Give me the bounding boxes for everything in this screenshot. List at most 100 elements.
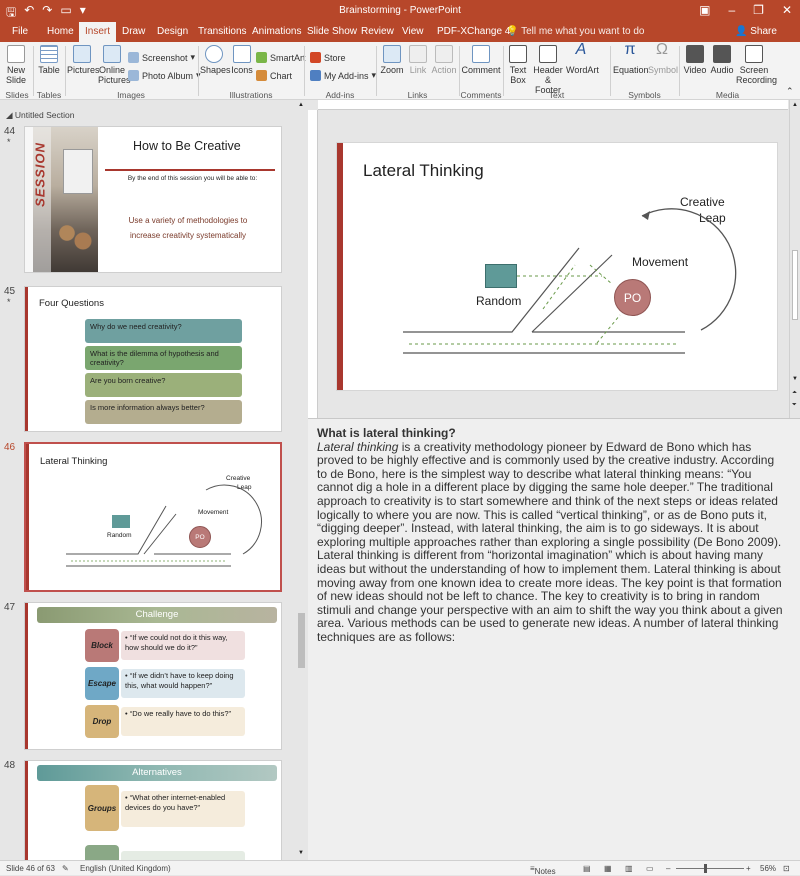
fit-to-window-icon[interactable]: ⊡	[783, 864, 790, 873]
restore-icon[interactable]: ❐	[753, 3, 764, 17]
table-button[interactable]: Table	[36, 45, 62, 75]
comment-button[interactable]: Comment	[461, 45, 501, 75]
store-button[interactable]: Store	[310, 52, 346, 63]
slide-sorter-icon[interactable]: ▦	[604, 864, 612, 873]
zoom-button[interactable]: Zoom	[379, 45, 405, 75]
slide-number: 48	[4, 760, 16, 771]
section-header[interactable]: ◢ Untitled Section	[6, 110, 74, 121]
notes-heading: What is lateral thinking?	[317, 426, 456, 440]
new-slide-button[interactable]: New Slide	[3, 45, 29, 85]
tab-slide-show[interactable]: Slide Show	[307, 26, 357, 37]
chart-label: Chart	[270, 70, 293, 81]
symbol-button[interactable]: Ω Symbol	[648, 42, 678, 76]
photo-album-button[interactable]: Photo Album ▾	[128, 70, 201, 81]
smartart-button[interactable]: SmartArt	[256, 52, 306, 63]
minimize-icon[interactable]: –	[728, 3, 735, 17]
photo-album-icon	[128, 70, 139, 81]
shapes-icon	[205, 45, 223, 63]
tab-home[interactable]: Home	[47, 26, 74, 37]
tab-view[interactable]: View	[402, 26, 424, 37]
zoom-out-icon[interactable]: –	[666, 864, 670, 873]
slide-banner: Alternatives	[37, 765, 277, 781]
link-button[interactable]: Link	[406, 45, 430, 75]
slide-thumbnail-47[interactable]: Challenge Block • “If we could not do it…	[24, 602, 282, 750]
editor-scrollbar[interactable]: ▲ ▼ ⏶ ⏷	[789, 100, 800, 418]
wordart-button[interactable]: A WordArt	[566, 42, 599, 76]
zoom-slider[interactable]	[676, 868, 744, 869]
chart-button[interactable]: Chart	[256, 70, 292, 81]
header-footer-icon	[539, 45, 557, 63]
tab-file[interactable]: File	[12, 26, 28, 37]
screen-recording-button[interactable]: Screen Recording	[736, 45, 777, 85]
share-label: Share	[750, 26, 777, 37]
tab-review[interactable]: Review	[361, 26, 394, 37]
row-label: Block	[85, 629, 119, 662]
icons-button[interactable]: Icons	[229, 45, 255, 75]
collapse-ribbon-icon[interactable]: ⌃	[786, 86, 794, 97]
my-addins-button[interactable]: My Add-ins ▾	[310, 70, 376, 81]
text-box-label: Text Box	[509, 65, 527, 85]
normal-view-icon[interactable]: ▤	[583, 864, 591, 873]
notes-toggle[interactable]: ≡ Notes	[530, 864, 556, 876]
animation-star-icon: *	[7, 137, 11, 147]
slide-counter[interactable]: Slide 46 of 63	[6, 864, 55, 873]
video-button[interactable]: Video	[682, 45, 708, 75]
close-icon[interactable]: ✕	[782, 3, 792, 17]
scrollbar-thumb[interactable]	[792, 250, 798, 320]
zoom-slider-thumb[interactable]	[704, 864, 707, 873]
header-footer-button[interactable]: Header & Footer	[531, 45, 565, 95]
notes-pane[interactable]: What is lateral thinking? Lateral thinki…	[308, 418, 800, 860]
notes-italic-term: Lateral thinking	[317, 439, 399, 454]
share-button[interactable]: 👤 Share	[735, 26, 777, 37]
ribbon-display-icon[interactable]: ▣	[699, 3, 710, 17]
tab-draw[interactable]: Draw	[122, 26, 145, 37]
tab-animations[interactable]: Animations	[252, 26, 301, 37]
alternatives-row-partial-text	[121, 851, 245, 860]
section-title: Untitled Section	[14, 110, 75, 120]
zoom-in-icon[interactable]: +	[746, 864, 751, 873]
current-slide[interactable]: Lateral Thinking Creative Leap Movement …	[336, 142, 778, 391]
slide-thumbnail-46[interactable]: Lateral Thinking Creative Leap Movement …	[24, 442, 282, 592]
vertical-ruler	[308, 110, 318, 418]
tab-transitions[interactable]: Transitions	[198, 26, 247, 37]
language-indicator[interactable]: English (United Kingdom)	[80, 864, 171, 873]
window-title: Brainstorming - PowerPoint	[339, 5, 461, 16]
pictures-button[interactable]: Pictures	[67, 45, 100, 75]
scroll-up-icon[interactable]: ▲	[298, 102, 304, 108]
slide-show-icon[interactable]: ▭	[646, 864, 654, 873]
shapes-button[interactable]: Shapes	[200, 45, 231, 75]
challenge-row: Drop • “Do we really have to do this?”	[85, 705, 245, 738]
slide-number: 47	[4, 602, 16, 613]
text-box-button[interactable]: Text Box	[506, 45, 530, 85]
online-pictures-button[interactable]: Online Pictures	[98, 45, 131, 85]
previous-slide-icon[interactable]: ⏶	[792, 390, 797, 397]
alternatives-row-partial	[85, 845, 119, 860]
lateral-diagram-lines	[403, 208, 737, 354]
spelling-icon[interactable]: ✎	[62, 864, 69, 873]
screenshot-button[interactable]: Screenshot ▾	[128, 52, 195, 63]
slide-thumbnail-44[interactable]: SESSION How to Be Creative By the end of…	[24, 126, 282, 273]
tell-me-search[interactable]: 💡 Tell me what you want to do	[506, 26, 644, 37]
online-pictures-label: Online Pictures	[98, 65, 131, 85]
group-separator	[65, 46, 66, 96]
action-button[interactable]: Action	[431, 45, 457, 75]
ribbon: New Slide Table Pictures Online Pictures…	[0, 42, 800, 100]
slide-thumbnail-45[interactable]: Four Questions Why do we need creativity…	[24, 286, 282, 432]
tab-insert[interactable]: Insert	[79, 22, 117, 42]
reading-view-icon[interactable]: ▥	[625, 864, 633, 873]
scroll-down-icon[interactable]: ▼	[298, 850, 304, 856]
thumbnail-scrollbar[interactable]: ▲ ▼	[296, 100, 307, 860]
tab-pdf-xchange[interactable]: PDF-XChange 4	[437, 26, 510, 37]
audio-button[interactable]: Audio	[709, 45, 735, 75]
scrollbar-thumb[interactable]	[298, 613, 305, 668]
tab-design[interactable]: Design	[157, 26, 188, 37]
scroll-up-icon[interactable]: ▲	[792, 102, 798, 108]
scroll-down-icon[interactable]: ▼	[792, 376, 798, 382]
group-label-text: Text	[548, 90, 565, 100]
equation-button[interactable]: π Equation	[613, 42, 649, 76]
video-label: Video	[683, 65, 707, 75]
next-slide-icon[interactable]: ⏷	[792, 402, 797, 409]
group-label-slides: Slides	[5, 90, 29, 100]
slide-thumbnail-48[interactable]: Alternatives Groups • “What other intern…	[24, 760, 282, 860]
zoom-level[interactable]: 56%	[760, 864, 776, 873]
